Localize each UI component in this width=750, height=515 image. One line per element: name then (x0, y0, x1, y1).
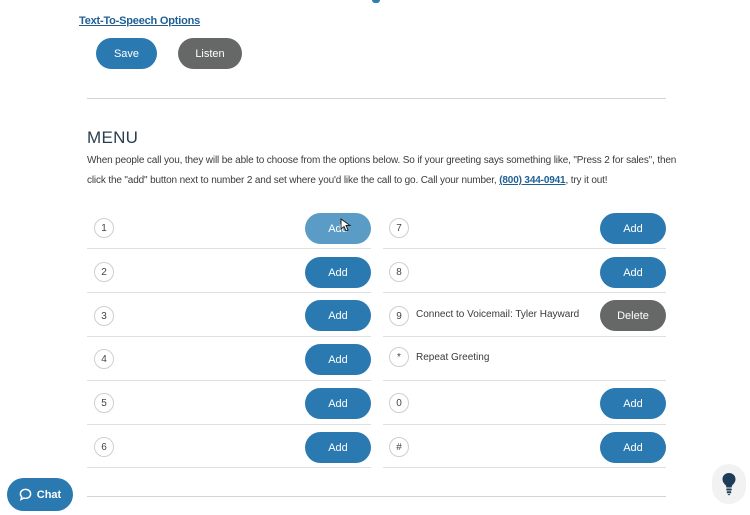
save-button[interactable]: Save (96, 38, 157, 69)
add-button-8[interactable]: Add (600, 257, 666, 288)
help-button[interactable] (712, 464, 746, 504)
tts-options-link[interactable]: Text-To-Speech Options (79, 15, 200, 27)
lightbulb-icon (722, 473, 736, 496)
option-key-9: 9 (389, 306, 409, 326)
add-button-2[interactable]: Add (305, 257, 371, 288)
chat-bubble-icon (19, 488, 32, 501)
option-key-6: 6 (94, 437, 114, 457)
row-divider (383, 380, 666, 381)
option-key-0: 0 (389, 393, 409, 413)
chat-button[interactable]: Chat (7, 478, 73, 511)
add-button-hash[interactable]: Add (600, 432, 666, 463)
add-button-0[interactable]: Add (600, 388, 666, 419)
menu-title: MENU (87, 128, 139, 147)
section-divider (87, 98, 666, 99)
row-divider (87, 336, 371, 337)
add-button-5[interactable]: Add (305, 388, 371, 419)
option-key-7: 7 (389, 218, 409, 238)
menu-description: When people call you, they will be able … (87, 151, 677, 191)
row-divider (87, 380, 371, 381)
delete-button-9[interactable]: Delete (600, 300, 666, 331)
row-divider (383, 424, 666, 425)
row-divider (87, 424, 371, 425)
phone-number-link[interactable]: (800) 344-0941 (499, 175, 565, 186)
top-marker (372, 0, 380, 3)
add-button-3[interactable]: Add (305, 300, 371, 331)
bottom-divider (87, 496, 666, 497)
option-key-3: 3 (94, 306, 114, 326)
row-divider (87, 292, 371, 293)
option-key-hash: # (389, 437, 409, 457)
option-9-label: Connect to Voicemail: Tyler Hayward (416, 309, 580, 320)
listen-button[interactable]: Listen (178, 38, 242, 69)
row-divider (383, 336, 666, 337)
row-divider (87, 467, 371, 468)
add-button-7[interactable]: Add (600, 213, 666, 244)
option-star-label: Repeat Greeting (416, 352, 490, 363)
option-key-4: 4 (94, 349, 114, 369)
mouse-cursor-icon (340, 218, 352, 232)
add-button-1[interactable]: Add (305, 213, 371, 244)
row-divider (87, 248, 371, 249)
add-button-4[interactable]: Add (305, 344, 371, 375)
row-divider (383, 292, 666, 293)
option-key-1: 1 (94, 218, 114, 238)
option-key-8: 8 (389, 262, 409, 282)
row-divider (383, 467, 666, 468)
row-divider (383, 248, 666, 249)
option-key-5: 5 (94, 393, 114, 413)
add-button-6[interactable]: Add (305, 432, 371, 463)
chat-label: Chat (36, 488, 62, 501)
option-key-2: 2 (94, 262, 114, 282)
menu-description-end: , try it out! (565, 175, 608, 186)
option-key-star: * (389, 347, 409, 367)
